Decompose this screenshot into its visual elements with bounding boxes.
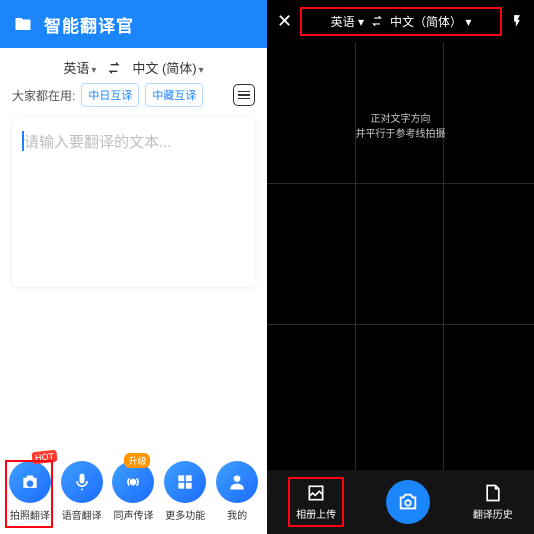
flash-icon[interactable] (510, 14, 524, 28)
camera-icon (20, 472, 40, 492)
camera-top-bar: ✕ 英语 ▾ 中文（简体） ▾ (267, 0, 534, 42)
camera-icon (397, 491, 419, 513)
translator-home-pane: 智能翻译官 英语▾ 中文 (简体)▾ 大家都在用: 中日互译 中藏互译 请输入要… (0, 0, 267, 534)
broadcast-icon (123, 472, 143, 492)
language-selector: 英语▾ 中文 (简体)▾ (0, 48, 267, 83)
camera-viewfinder: 正对文字方向 并平行于参考线拍摄 (267, 42, 534, 470)
nav-photo-translate[interactable]: HOT 拍照翻译 (9, 461, 51, 522)
mic-icon (72, 472, 92, 492)
camera-bottom-bar: 相册上传 翻译历史 (267, 470, 534, 534)
text-input-card[interactable]: 请输入要翻译的文本... (12, 117, 255, 287)
menu-icon[interactable] (233, 84, 255, 106)
image-icon (306, 483, 326, 503)
person-icon (227, 472, 247, 492)
album-upload-button[interactable]: 相册上传 (288, 477, 344, 527)
chip-cn-jp[interactable]: 中日互译 (81, 83, 139, 107)
camera-hint: 正对文字方向 并平行于参考线拍摄 (267, 112, 534, 142)
target-language[interactable]: 中文 (简体)▾ (132, 58, 203, 77)
swap-icon[interactable] (106, 60, 122, 76)
highlight-box-language: 英语 ▾ 中文（简体） ▾ (300, 7, 502, 36)
cam-target-lang[interactable]: 中文（简体） ▾ (390, 13, 471, 30)
popular-row: 大家都在用: 中日互译 中藏互译 (0, 83, 267, 117)
nav-mine[interactable]: 我的 (216, 461, 258, 522)
nav-voice-translate[interactable]: 语音翻译 (61, 461, 103, 522)
history-icon (483, 483, 503, 503)
app-header: 智能翻译官 (0, 0, 267, 48)
shutter-button[interactable] (386, 480, 430, 524)
nav-more[interactable]: 更多功能 (164, 461, 206, 522)
input-placeholder: 请输入要翻译的文本... (24, 131, 243, 152)
cam-source-lang[interactable]: 英语 ▾ (331, 13, 364, 30)
app-title: 智能翻译官 (44, 12, 134, 37)
camera-translate-pane: ✕ 英语 ▾ 中文（简体） ▾ 正对文字方向 并平行于参考线拍摄 相册上传 翻译… (267, 0, 534, 534)
swap-icon[interactable] (370, 14, 384, 28)
upgrade-badge: 升级 (124, 453, 150, 468)
chip-cn-tibetan[interactable]: 中藏互译 (145, 83, 203, 107)
hot-badge: HOT (31, 450, 57, 465)
close-icon[interactable]: ✕ (277, 11, 292, 32)
grid-icon (175, 472, 195, 492)
nav-simultaneous[interactable]: 升级 同声传译 (112, 461, 154, 522)
bottom-nav: HOT 拍照翻译 语音翻译 升级 同声传译 更多功能 我的 (0, 461, 267, 534)
folder-icon (12, 15, 34, 33)
translate-history-button[interactable]: 翻译历史 (473, 483, 513, 521)
popular-label: 大家都在用: (12, 87, 75, 104)
source-language[interactable]: 英语▾ (63, 58, 96, 77)
